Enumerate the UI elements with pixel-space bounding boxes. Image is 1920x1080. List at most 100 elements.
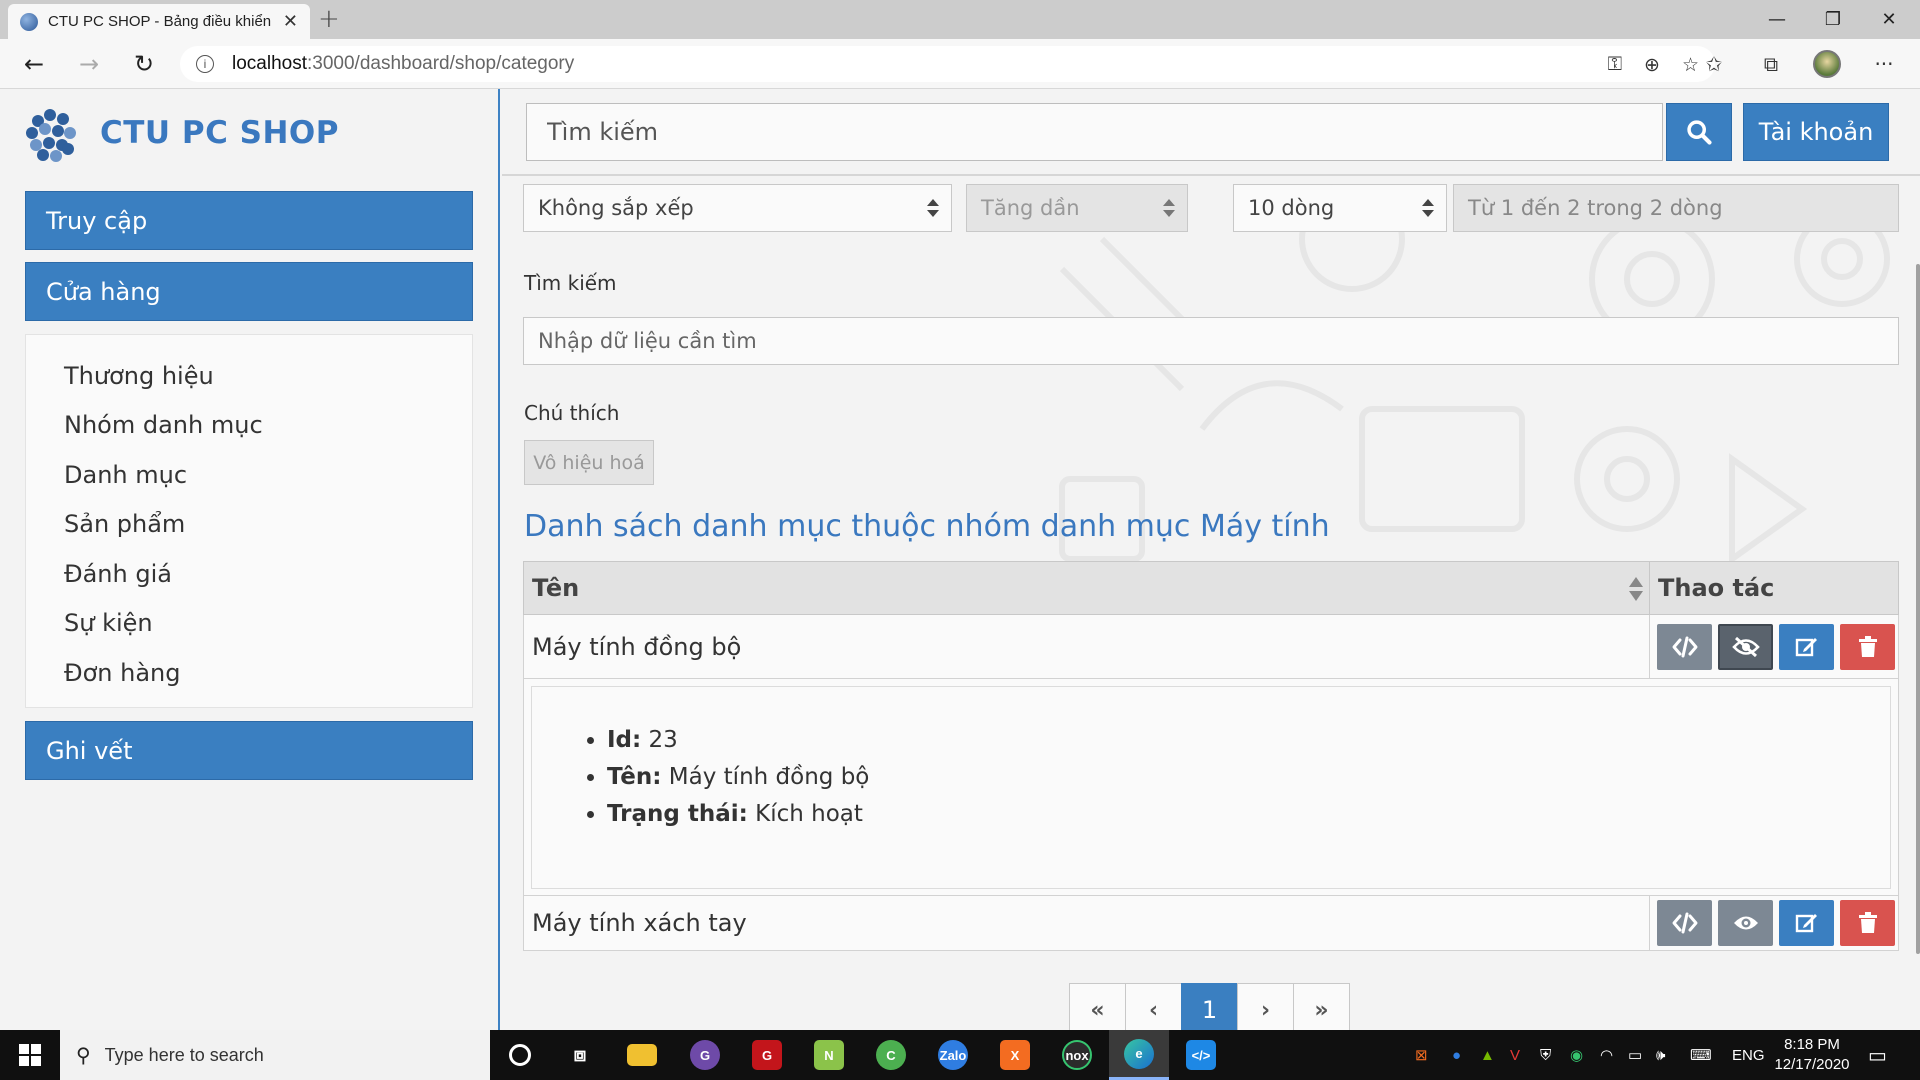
brand-logo-icon — [24, 107, 76, 162]
github-icon[interactable]: G — [675, 1030, 735, 1080]
windows-taskbar: ⚲ Type here to search ⧈ G G N C Zalo X n… — [0, 1030, 1920, 1080]
detail-id-value: 23 — [648, 727, 678, 753]
zalo-icon[interactable]: Zalo — [923, 1030, 983, 1080]
view-code-button[interactable] — [1657, 623, 1712, 670]
edit-button[interactable] — [1779, 900, 1834, 946]
task-view-icon[interactable]: ⧈ — [550, 1030, 610, 1080]
clock[interactable]: 8:18 PM 12/17/2020 — [1762, 1035, 1862, 1075]
file-explorer-icon[interactable] — [612, 1030, 672, 1080]
prev-page-button[interactable]: ‹ — [1125, 983, 1182, 1030]
zoom-icon[interactable]: ⊕ — [1644, 54, 1660, 77]
minimize-icon[interactable]: — — [1749, 0, 1805, 39]
keyboard-icon[interactable]: ⌨ — [1690, 1030, 1712, 1080]
toggle-visibility-button[interactable] — [1718, 900, 1773, 946]
brand-title: CTU PC SHOP — [100, 115, 339, 151]
more-options-icon[interactable]: ··· — [1868, 48, 1900, 80]
notifications-icon[interactable]: ▭ — [1868, 1030, 1887, 1080]
last-page-button[interactable]: » — [1293, 983, 1350, 1030]
tray-icon[interactable]: ⊠ — [1415, 1030, 1428, 1080]
browser-tab[interactable]: CTU PC SHOP - Bảng điều khiển ✕ — [8, 4, 310, 39]
tray-icon[interactable]: ● — [1452, 1030, 1461, 1080]
sidebar-item-store[interactable]: Cửa hàng — [25, 262, 473, 321]
main-content: Tài khoản Không sắp xếp Tăng dần 10 dòng… — [502, 89, 1920, 1030]
maximize-icon[interactable]: ❐ — [1805, 0, 1861, 39]
submenu-item-category-group[interactable]: Nhóm danh mục — [26, 401, 472, 451]
table-row[interactable]: Máy tính xách tay — [523, 896, 1899, 951]
first-page-button[interactable]: « — [1069, 983, 1126, 1030]
address-bar[interactable]: i localhost:3000/dashboard/shop/category… — [180, 46, 1715, 82]
submenu-item-event[interactable]: Sự kiện — [26, 599, 472, 649]
key-icon[interactable]: ⚿ — [1608, 54, 1622, 77]
refresh-icon[interactable]: ↻ — [125, 45, 163, 83]
sidebar: CTU PC SHOP Truy cập Cửa hàng Thương hiệ… — [0, 89, 500, 1030]
row-name: Máy tính đồng bộ — [524, 615, 1650, 678]
forward-icon[interactable]: → — [70, 45, 108, 83]
edit-button[interactable] — [1779, 623, 1834, 670]
battery-icon[interactable]: ▭ — [1628, 1030, 1642, 1080]
top-search-input[interactable] — [526, 103, 1663, 161]
table-row[interactable]: Máy tính đồng bộ — [523, 615, 1899, 679]
site-favicon-icon — [20, 12, 38, 31]
nox-icon[interactable]: nox — [1047, 1030, 1107, 1080]
shield-icon[interactable]: ⛨ — [1540, 1030, 1551, 1080]
account-button[interactable]: Tài khoản — [1743, 103, 1889, 161]
delete-button[interactable] — [1840, 623, 1895, 670]
new-tab-icon[interactable]: + — [318, 4, 340, 34]
rows-select[interactable]: 10 dòng — [1233, 184, 1447, 232]
notepad-icon[interactable]: N — [799, 1030, 859, 1080]
cortana-icon[interactable] — [490, 1030, 550, 1080]
windows-logo-icon — [19, 1044, 41, 1066]
code-icon — [1672, 912, 1697, 934]
filter-search-label: Tìm kiếm — [524, 271, 617, 295]
vscode-icon[interactable]: </> — [1171, 1030, 1231, 1080]
order-select: Tăng dần — [966, 184, 1188, 232]
view-code-button[interactable] — [1657, 900, 1712, 946]
site-info-icon[interactable]: i — [196, 55, 214, 73]
eye-slash-icon — [1731, 636, 1760, 657]
delete-button[interactable] — [1840, 900, 1895, 946]
sort-arrows-icon[interactable] — [1629, 576, 1643, 602]
app-green-icon[interactable]: C — [861, 1030, 921, 1080]
profile-avatar[interactable] — [1811, 48, 1843, 80]
volume-icon[interactable]: 🕪 — [1656, 1030, 1665, 1080]
sidebar-item-access[interactable]: Truy cập — [25, 191, 473, 250]
favorite-star-icon[interactable]: ☆ — [1682, 54, 1699, 77]
garena-icon[interactable]: G — [737, 1030, 797, 1080]
edge-icon[interactable]: e — [1109, 1030, 1169, 1080]
tray-icon[interactable]: ◉ — [1570, 1030, 1583, 1080]
detail-name: Tên: Máy tính đồng bộ — [607, 759, 1890, 796]
table-header: Tên Thao tác — [523, 561, 1899, 615]
xampp-icon[interactable]: X — [985, 1030, 1045, 1080]
submenu-item-review[interactable]: Đánh giá — [26, 549, 472, 599]
taskbar-search[interactable]: ⚲ Type here to search — [60, 1030, 490, 1080]
code-icon — [1672, 636, 1697, 657]
language-indicator[interactable]: ENG — [1732, 1030, 1765, 1080]
toggle-visibility-button[interactable] — [1718, 623, 1773, 670]
current-page-button[interactable]: 1 — [1181, 983, 1238, 1030]
submenu-item-order[interactable]: Đơn hàng — [26, 648, 472, 698]
url-path: :3000/dashboard/shop/category — [307, 53, 575, 74]
brand[interactable]: CTU PC SHOP — [24, 107, 339, 162]
back-icon[interactable]: ← — [15, 45, 53, 83]
submenu-item-category[interactable]: Danh mục — [26, 450, 472, 500]
wifi-icon[interactable]: ◠ — [1600, 1030, 1613, 1080]
next-page-button[interactable]: › — [1237, 983, 1294, 1030]
sidebar-item-logs[interactable]: Ghi vết — [25, 721, 473, 780]
top-search-button[interactable] — [1666, 103, 1732, 161]
filter-search-input[interactable] — [523, 317, 1899, 365]
close-tab-icon[interactable]: ✕ — [283, 11, 298, 32]
vertical-scrollbar[interactable] — [1916, 264, 1920, 954]
submenu-item-product[interactable]: Sản phẩm — [26, 500, 472, 550]
detail-status-value: Kích hoạt — [755, 801, 863, 827]
favorites-icon[interactable]: ✩ — [1698, 48, 1730, 80]
close-window-icon[interactable]: ✕ — [1861, 0, 1917, 39]
start-button[interactable] — [0, 1030, 60, 1080]
collections-icon[interactable]: ⧉ — [1755, 48, 1787, 80]
tray-icon[interactable]: ▲ — [1480, 1030, 1495, 1080]
clock-time: 8:18 PM — [1784, 1036, 1840, 1053]
column-header-name[interactable]: Tên — [524, 562, 1650, 614]
submenu-item-brand[interactable]: Thương hiệu — [26, 351, 472, 401]
tray-icon[interactable]: V — [1510, 1030, 1520, 1080]
column-header-actions: Thao tác — [1658, 574, 1775, 602]
sort-select[interactable]: Không sắp xếp — [523, 184, 952, 232]
